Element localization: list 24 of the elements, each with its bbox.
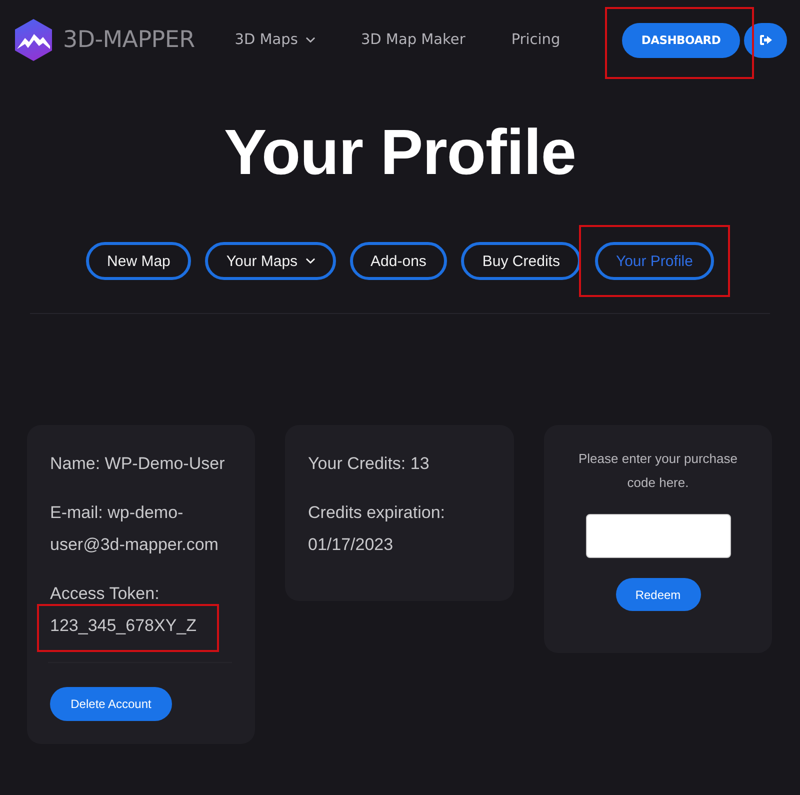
credits-info: Credits expiration: 01/17/2023: [308, 503, 446, 554]
tab[interactable]: Your Profile: [594, 242, 714, 280]
account-info: Name: WP-Demo-User: [50, 454, 225, 473]
purchase-code-field[interactable]: [586, 514, 730, 558]
logo-icon[interactable]: [15, 19, 52, 61]
logout-button[interactable]: [744, 22, 787, 58]
tab[interactable]: Add-ons: [350, 242, 448, 280]
account-info: E-mail: wp-demo-user@3d-mapper.com: [50, 503, 218, 554]
logo-text[interactable]: 3D-MAPPER: [63, 27, 195, 53]
redeem-button[interactable]: Redeem: [616, 578, 700, 611]
nav-link[interactable]: 3D Map Maker: [360, 32, 466, 48]
dashboard-button[interactable]: DASHBOARD: [622, 22, 740, 58]
logout-icon: [760, 35, 772, 45]
delete-account-button[interactable]: Delete Account: [50, 687, 172, 721]
nav-link[interactable]: 3D Maps: [234, 32, 315, 48]
credits-info: Your Credits: 13: [308, 454, 430, 473]
tab[interactable]: Buy Credits: [461, 242, 581, 280]
tab[interactable]: Your Maps: [205, 242, 336, 280]
tab[interactable]: New Map: [86, 242, 192, 280]
page-title: Your Profile: [223, 120, 577, 184]
redeem-prompt: Please enter your purchase code here.: [578, 450, 738, 492]
field-label: Access Token:: [50, 584, 160, 603]
nav-link[interactable]: Pricing: [511, 32, 560, 48]
field-value: 123_345_678XY_Z: [50, 616, 197, 635]
